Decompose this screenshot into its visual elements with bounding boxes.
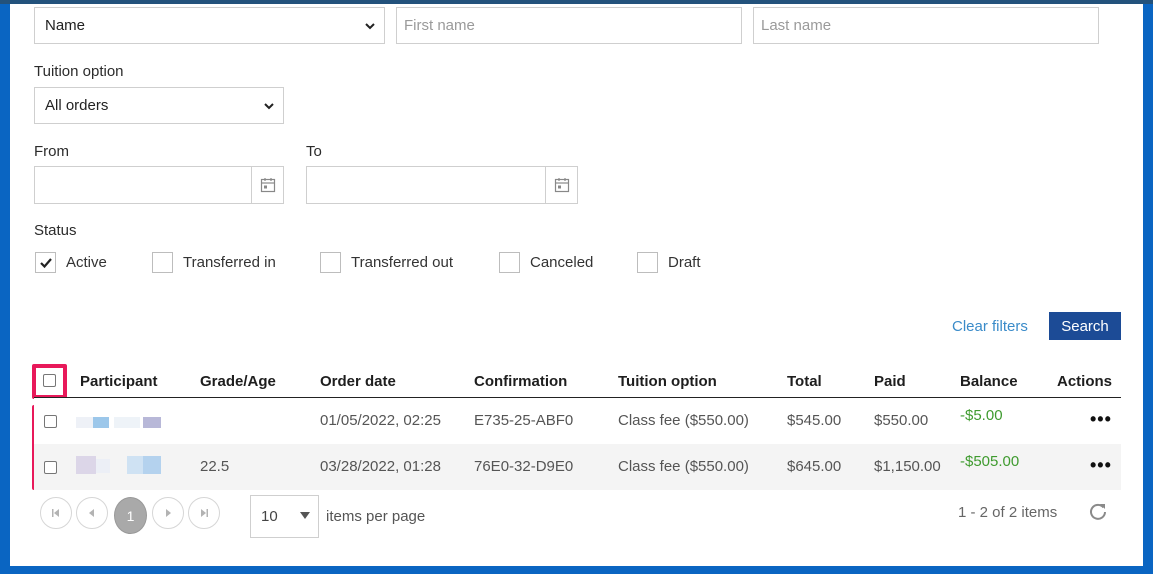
header-actions: Actions	[1057, 373, 1113, 390]
row-paid: $550.00	[874, 412, 929, 429]
row-tuition-option: Class fee ($550.00)	[618, 458, 749, 475]
participant-name-redacted	[114, 417, 140, 428]
row-confirmation-link[interactable]: 76E0-32-D9E0	[474, 458, 573, 475]
header-total[interactable]: Total	[787, 373, 822, 390]
row-total: $545.00	[787, 412, 842, 429]
status-label: Status	[34, 222, 77, 239]
from-date-input[interactable]	[34, 166, 284, 204]
next-page-button[interactable]	[152, 497, 184, 529]
status-active-checkbox[interactable]	[35, 252, 56, 273]
row-tuition-option: Class fee ($550.00)	[618, 412, 749, 429]
dropdown-arrow-icon	[300, 512, 310, 519]
row-checkbox[interactable]	[44, 461, 57, 474]
pagination-summary: 1 - 2 of 2 items	[958, 504, 1058, 521]
row-order-date: 01/05/2022, 02:25	[320, 412, 441, 429]
check-icon	[39, 257, 52, 268]
chevron-down-icon	[365, 22, 375, 29]
first-name-input[interactable]	[396, 7, 742, 44]
participant-name-redacted	[96, 459, 110, 473]
row-paid: $1,150.00	[874, 458, 941, 475]
table-row[interactable]	[34, 444, 1121, 490]
participant-name-redacted	[143, 417, 161, 428]
search-by-value: Name	[45, 17, 86, 34]
tuition-option-value: All orders	[45, 97, 109, 114]
from-calendar-button[interactable]	[251, 167, 283, 203]
status-active-label: Active	[66, 254, 107, 271]
previous-page-button[interactable]	[76, 497, 108, 529]
status-transferred-in-label: Transferred in	[183, 254, 276, 271]
from-label: From	[34, 143, 69, 160]
search-by-select[interactable]: Name	[34, 7, 385, 44]
calendar-icon	[260, 178, 275, 193]
tuition-option-label: Tuition option	[34, 63, 124, 80]
status-draft-label: Draft	[668, 254, 701, 271]
row-total: $645.00	[787, 458, 842, 475]
header-paid[interactable]: Paid	[874, 373, 906, 390]
header-tuition-option[interactable]: Tuition option	[618, 373, 717, 390]
status-transferred-in-checkbox[interactable]	[152, 252, 173, 273]
participant-name-redacted	[93, 417, 109, 428]
row-actions-menu-icon[interactable]: •••	[1090, 409, 1112, 430]
header-participant[interactable]: Participant	[80, 373, 158, 390]
next-page-icon	[166, 509, 171, 517]
to-label: To	[306, 143, 322, 160]
status-canceled-checkbox[interactable]	[499, 252, 520, 273]
refresh-button[interactable]	[1088, 501, 1108, 525]
clear-filters-link[interactable]: Clear filters	[952, 318, 1028, 335]
orders-panel: Name Tuition option All orders From To	[10, 4, 1143, 566]
header-confirmation[interactable]: Confirmation	[474, 373, 567, 390]
last-page-button[interactable]	[188, 497, 220, 529]
row-order-date: 03/28/2022, 01:28	[320, 458, 441, 475]
row-checkbox[interactable]	[44, 415, 57, 428]
first-page-icon	[52, 509, 59, 517]
last-page-icon	[201, 509, 208, 517]
header-order-date[interactable]: Order date	[320, 373, 396, 390]
select-all-checkbox[interactable]	[43, 374, 56, 387]
tuition-option-select[interactable]: All orders	[34, 87, 284, 124]
previous-page-icon	[89, 509, 94, 517]
refresh-icon	[1090, 503, 1106, 520]
page-size-select[interactable]: 10	[250, 495, 319, 538]
row-actions-menu-icon[interactable]: •••	[1090, 455, 1112, 476]
chevron-down-icon	[264, 102, 274, 109]
status-draft-checkbox[interactable]	[637, 252, 658, 273]
participant-name-redacted	[127, 456, 143, 474]
page-number-current[interactable]: 1	[114, 497, 147, 534]
page-size-value: 10	[261, 508, 278, 525]
row-balance: -$5.00	[960, 407, 1003, 424]
table-row[interactable]	[34, 398, 1121, 444]
search-button[interactable]: Search	[1049, 312, 1121, 340]
to-date-input[interactable]	[306, 166, 578, 204]
last-name-input[interactable]	[753, 7, 1099, 44]
participant-name-redacted	[143, 456, 161, 474]
to-calendar-button[interactable]	[545, 167, 577, 203]
calendar-icon	[554, 178, 569, 193]
first-page-button[interactable]	[40, 497, 72, 529]
header-grade-age[interactable]: Grade/Age	[200, 373, 276, 390]
header-balance[interactable]: Balance	[960, 373, 1018, 390]
status-canceled-label: Canceled	[530, 254, 594, 271]
status-transferred-out-label: Transferred out	[351, 254, 453, 271]
participant-name-redacted	[76, 456, 96, 474]
row-grade: 22.5	[200, 458, 230, 475]
row-balance: -$505.00	[960, 453, 1020, 470]
row-confirmation-link[interactable]: E735-25-ABF0	[474, 412, 573, 429]
items-per-page-label: items per page	[326, 508, 426, 525]
status-transferred-out-checkbox[interactable]	[320, 252, 341, 273]
